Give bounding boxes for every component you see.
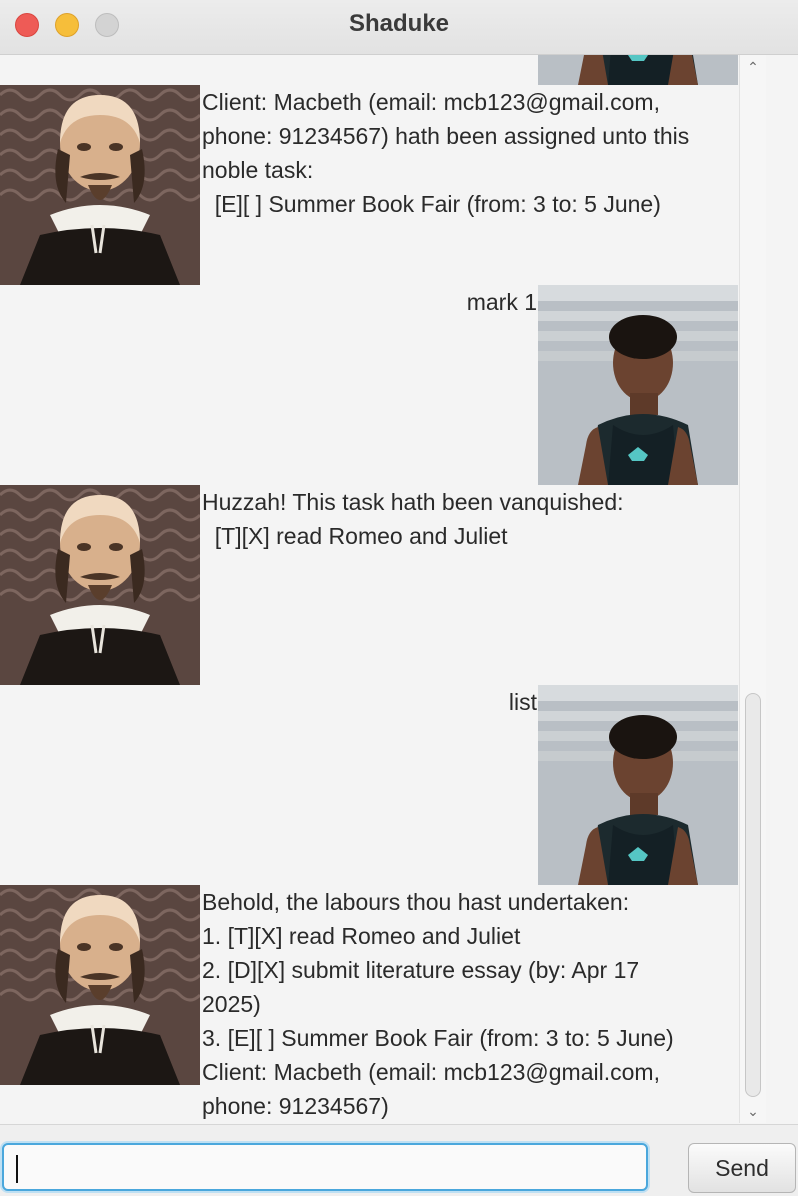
bot-message-text: Huzzah! This task hath been vanquished: … [202,489,624,549]
user-photo-icon [538,685,738,885]
scrollbar-thumb[interactable] [745,693,761,1097]
shakespeare-portrait-icon [0,485,200,685]
send-button[interactable]: Send [688,1143,796,1193]
user-message-row [0,55,738,85]
title-bar: Shaduke [0,0,798,55]
shakespeare-portrait-icon [0,885,200,1085]
vertical-scrollbar[interactable]: ⌃ ⌄ [739,55,766,1123]
chat-scroll-pane[interactable]: Client: Macbeth (email: mcb123@gmail.com… [0,55,739,1123]
user-photo-icon [538,55,738,85]
user-message-row: mark 1 [0,285,738,485]
chevron-down-icon[interactable]: ⌄ [740,1101,766,1121]
user-photo-icon [538,285,738,485]
text-caret [16,1155,18,1183]
user-message-text: mark 1 [466,289,537,315]
bot-message-text: Behold, the labours thou hast undertaken… [202,889,674,1119]
user-message-row: list [0,685,738,885]
user-message-text: list [508,689,537,715]
bot-message-row: Behold, the labours thou hast undertaken… [0,885,738,1119]
window-margin [766,55,798,1123]
chevron-up-icon[interactable]: ⌃ [740,57,766,77]
input-bar: Send [0,1124,798,1196]
bot-message-row: Huzzah! This task hath been vanquished: … [0,485,738,685]
message-input[interactable] [2,1143,648,1191]
window-title: Shaduke [348,10,450,37]
bot-message-text: Client: Macbeth (email: mcb123@gmail.com… [202,89,690,217]
shakespeare-portrait-icon [0,85,200,285]
bot-message-row: Client: Macbeth (email: mcb123@gmail.com… [0,85,738,285]
